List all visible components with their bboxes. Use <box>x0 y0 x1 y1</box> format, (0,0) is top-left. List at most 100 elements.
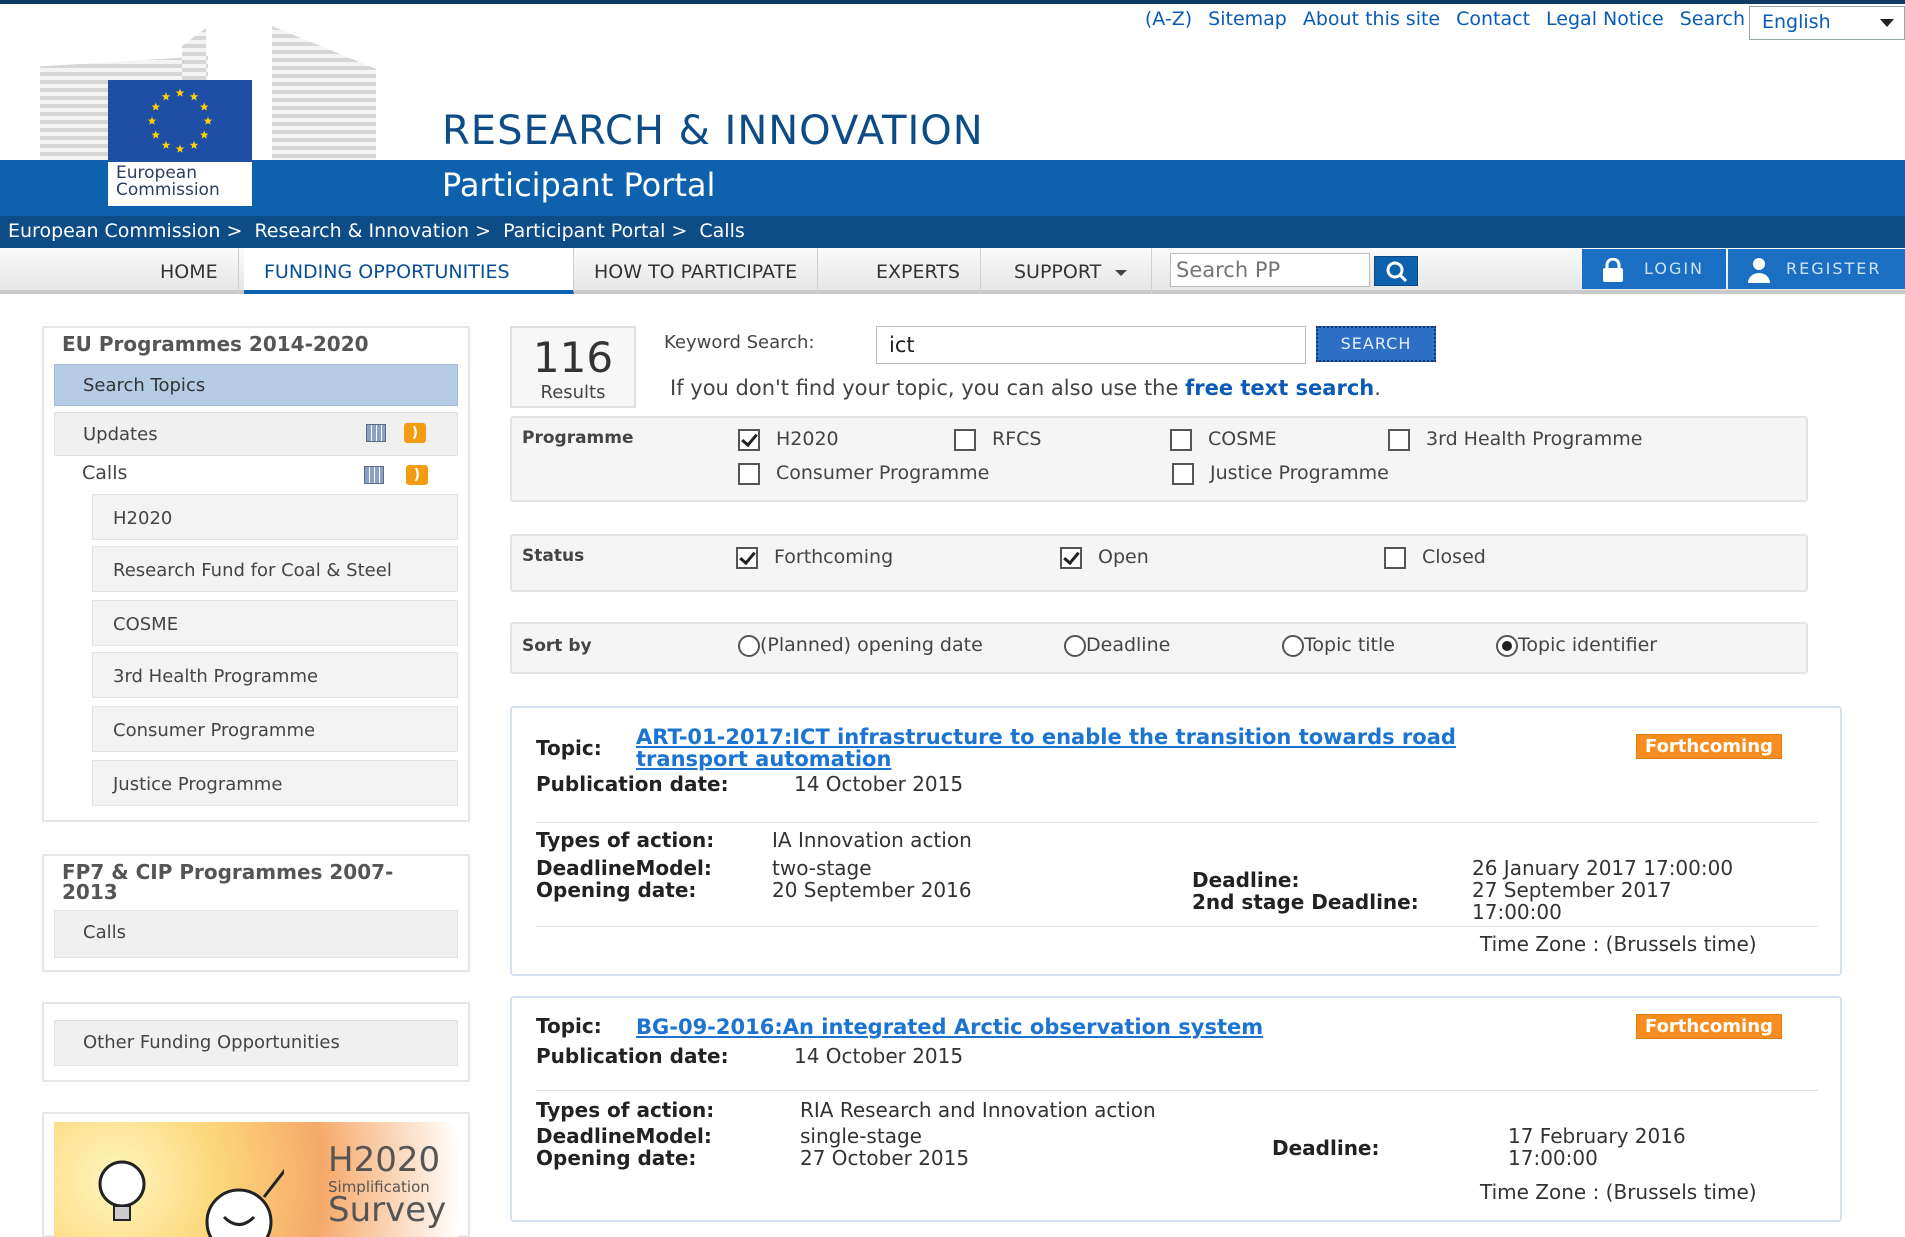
option-label: Closed <box>1422 546 1486 568</box>
sort-label: Sort by <box>522 636 592 656</box>
programme-option-h2020[interactable]: H2020 <box>738 428 839 451</box>
eu-stars-icon <box>147 88 213 153</box>
status-option-forthcoming[interactable]: Forthcoming <box>736 546 893 569</box>
eu-star-icon <box>175 88 185 97</box>
status-badge: Forthcoming <box>1636 1014 1782 1039</box>
deadline-value: 17 February 2016 <box>1508 1124 1686 1148</box>
about-link[interactable]: About this site <box>1303 8 1440 30</box>
radio-icon[interactable] <box>1064 634 1086 657</box>
sitemap-link[interactable]: Sitemap <box>1208 8 1287 30</box>
search-link[interactable]: Search <box>1680 8 1745 30</box>
az-link[interactable]: (A-Z) <box>1145 8 1192 30</box>
deadline-model: single-stage <box>800 1124 922 1148</box>
eu-star-icon <box>189 92 199 101</box>
time-zone: Time Zone : (Brussels time) <box>1480 932 1757 956</box>
checkbox-icon[interactable] <box>1170 428 1192 451</box>
sidebar-item-rfcs[interactable]: Research Fund for Coal & Steel <box>92 546 458 592</box>
topic-label: Topic: <box>536 1014 602 1038</box>
programme-option-cosme[interactable]: COSME <box>1170 428 1277 451</box>
nav-experts[interactable]: EXPERTS <box>856 248 981 294</box>
search-topics-item[interactable]: Search Topics <box>54 364 458 406</box>
publication-label: Publication date: <box>536 1044 729 1068</box>
radio-icon[interactable] <box>738 634 760 657</box>
nav-search-button[interactable] <box>1374 256 1418 286</box>
nav-how-to-participate[interactable]: HOW TO PARTICIPATE <box>574 248 819 294</box>
radio-selected-icon[interactable] <box>1496 634 1518 657</box>
second-deadline-time: 17:00:00 <box>1472 900 1562 924</box>
breadcrumb-item[interactable]: Participant Portal <box>503 220 665 242</box>
utility-links: (A-Z) Sitemap About this site Contact Le… <box>1145 8 1745 30</box>
programme-option-justice[interactable]: Justice Programme <box>1172 462 1389 485</box>
checkbox-icon[interactable] <box>954 428 976 451</box>
register-label: REGISTER <box>1786 259 1882 278</box>
option-label: H2020 <box>776 428 839 450</box>
checkbox-icon[interactable] <box>1384 546 1406 569</box>
rss-icon[interactable]: ) <box>404 423 426 443</box>
programme-option-health[interactable]: 3rd Health Programme <box>1388 428 1642 451</box>
other-funding-item[interactable]: Other Funding Opportunities <box>54 1020 458 1066</box>
option-label: Consumer Programme <box>776 462 990 484</box>
updates-item[interactable]: Updates <box>54 412 458 456</box>
calendar-icon[interactable] <box>364 466 384 484</box>
free-text-search-link[interactable]: free text search <box>1185 376 1374 400</box>
status-option-closed[interactable]: Closed <box>1384 546 1486 569</box>
radio-icon[interactable] <box>1282 634 1304 657</box>
hint-text: If you don't find your topic, you can al… <box>670 376 1186 400</box>
sidebar-item-justice[interactable]: Justice Programme <box>92 760 458 806</box>
checkbox-icon[interactable] <box>1172 462 1194 485</box>
eu-star-icon <box>147 116 157 125</box>
fp7-calls-item[interactable]: Calls <box>54 910 458 958</box>
sort-option-deadline[interactable]: Deadline <box>1064 634 1170 657</box>
calendar-icon[interactable] <box>366 424 386 442</box>
breadcrumb-item[interactable]: European Commission <box>8 220 220 242</box>
divider <box>536 926 1818 927</box>
sidebar-item-health[interactable]: 3rd Health Programme <box>92 652 458 698</box>
user-icon <box>1748 258 1770 283</box>
logo-text: European Commission <box>108 162 252 206</box>
sort-option-opening-date[interactable]: (Planned) opening date <box>738 634 983 657</box>
topic-title-link[interactable]: ART-01-2017:ICT infrastructure to enable… <box>636 726 1596 770</box>
login-button[interactable]: LOGIN <box>1582 249 1726 289</box>
topic-title-link[interactable]: BG-09-2016:An integrated Arctic observat… <box>636 1016 1263 1038</box>
sidebar-item-cosme[interactable]: COSME <box>92 600 458 646</box>
sort-option-topic-identifier[interactable]: Topic identifier <box>1496 634 1657 657</box>
checkbox-checked-icon[interactable] <box>736 546 758 569</box>
sort-option-topic-title[interactable]: Topic title <box>1282 634 1395 657</box>
status-badge: Forthcoming <box>1636 734 1782 759</box>
rss-icon[interactable]: ) <box>406 465 428 485</box>
nav-funding-opportunities[interactable]: FUNDING OPPORTUNITIES <box>244 248 574 294</box>
keyword-label: Keyword Search: <box>664 332 815 353</box>
checkbox-checked-icon[interactable] <box>738 428 760 451</box>
breadcrumb-item[interactable]: Research & Innovation <box>254 220 469 242</box>
programme-filter-label: Programme <box>522 428 634 448</box>
contact-link[interactable]: Contact <box>1456 8 1530 30</box>
sidebar-item-h2020[interactable]: H2020 <box>92 494 458 540</box>
nav-support[interactable]: SUPPORT <box>994 248 1152 294</box>
calls-heading[interactable]: Calls <box>82 462 127 484</box>
opening-date-label: Opening date: <box>536 1146 697 1170</box>
fp7-programmes-heading: FP7 & CIP Programmes 2007-2013 <box>62 860 394 904</box>
eu-star-icon <box>203 116 213 125</box>
language-select[interactable]: English <box>1749 6 1905 40</box>
status-option-open[interactable]: Open <box>1060 546 1149 569</box>
results-label: Results <box>540 382 606 403</box>
checkbox-checked-icon[interactable] <box>1060 546 1082 569</box>
programme-option-consumer[interactable]: Consumer Programme <box>738 462 989 485</box>
site-subtitle: Participant Portal <box>442 166 716 204</box>
nav-home[interactable]: HOME <box>140 248 239 294</box>
results-count: 116 <box>532 333 614 382</box>
register-button[interactable]: REGISTER <box>1728 249 1905 289</box>
legal-notice-link[interactable]: Legal Notice <box>1546 8 1664 30</box>
programme-option-rfcs[interactable]: RFCS <box>954 428 1041 451</box>
keyword-search-input[interactable] <box>876 326 1306 364</box>
sidebar-item-consumer[interactable]: Consumer Programme <box>92 706 458 752</box>
keyword-search-button[interactable]: SEARCH <box>1316 326 1436 362</box>
checkbox-icon[interactable] <box>738 462 760 485</box>
checkbox-icon[interactable] <box>1388 428 1410 451</box>
nav-search-input[interactable] <box>1170 253 1370 287</box>
option-label: Deadline <box>1086 634 1171 656</box>
topic-label: Topic: <box>536 736 602 760</box>
divider <box>536 822 1818 823</box>
survey-banner[interactable]: H2020 Simplification Survey <box>54 1122 458 1237</box>
breadcrumb-current: Calls <box>699 220 745 242</box>
